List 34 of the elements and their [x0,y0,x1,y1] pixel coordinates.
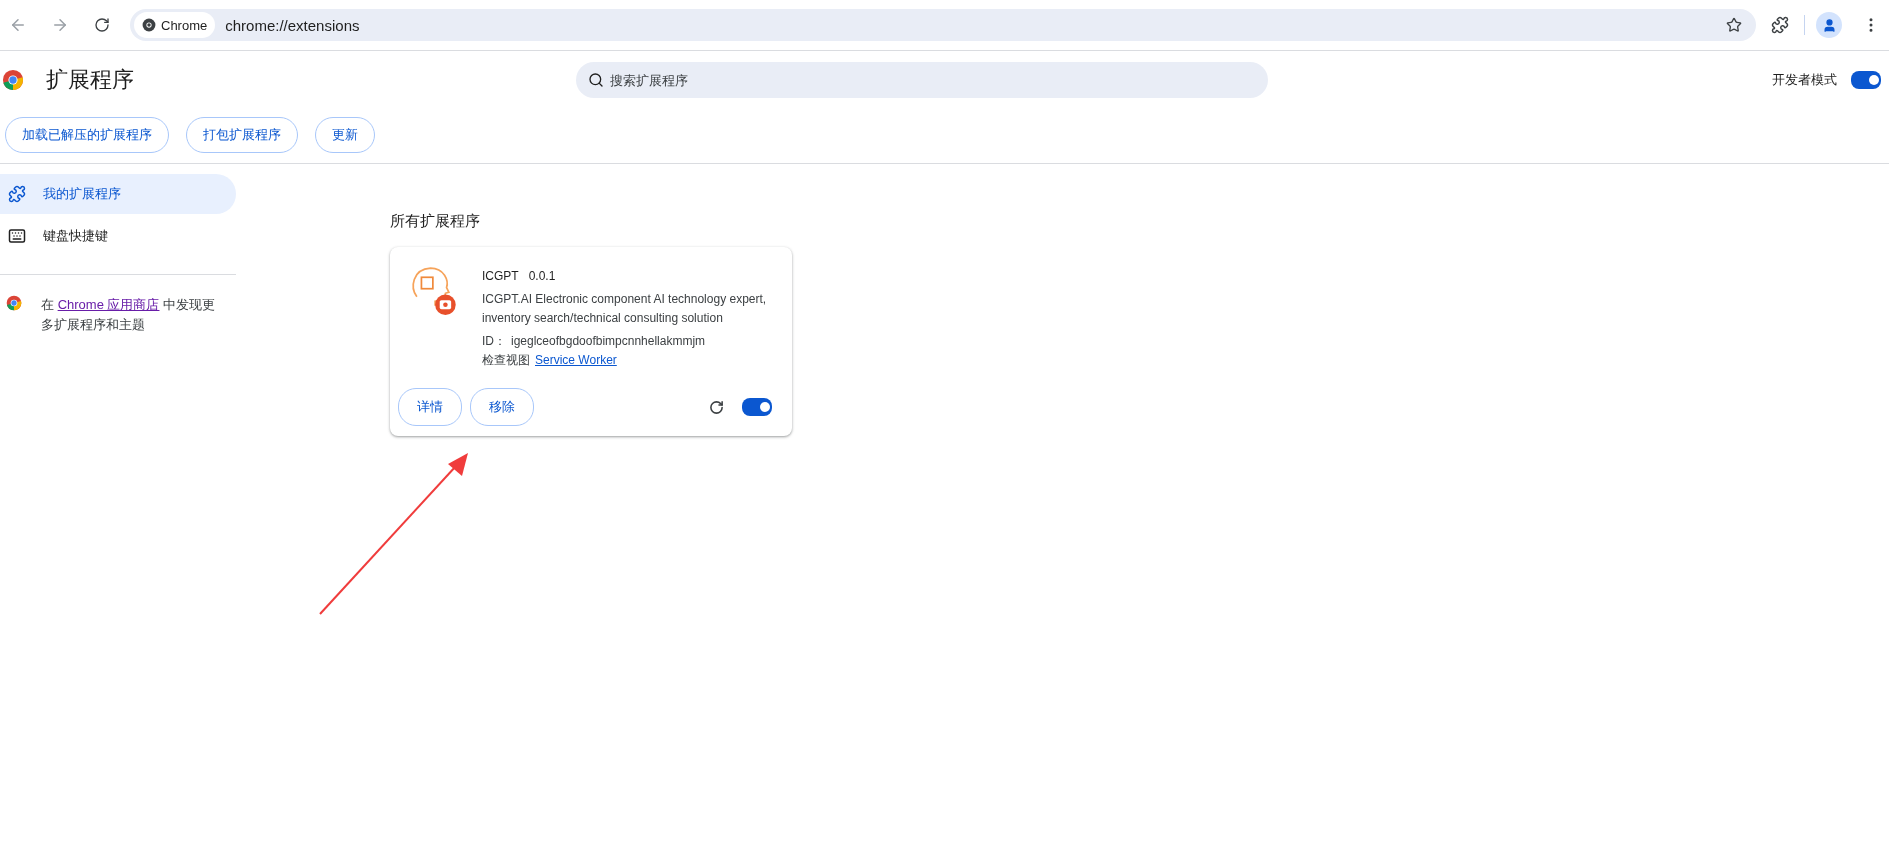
developer-mode-label: 开发者模式 [1772,71,1837,89]
web-store-link[interactable]: Chrome 应用商店 [57,297,160,312]
address-bar[interactable]: Chrome chrome://extensions [130,9,1756,41]
sidebar-item[interactable]: 键盘快捷键 [0,216,236,256]
toolbar-button[interactable]: 加载已解压的扩展程序 [5,117,169,153]
sidebar-item[interactable]: 我的扩展程序 [0,174,236,214]
extension-name: ICGPT [482,268,519,285]
extension-version: 0.0.1 [528,268,556,285]
site-chip-label: Chrome [161,17,208,33]
extension-id-label: ID： [482,333,506,350]
puzzle-icon [8,185,26,203]
sidebar-item-label: 键盘快捷键 [43,227,108,245]
web-store-text: 在 Chrome 应用商店 中发现更多扩展程序和主题 [41,296,216,334]
section-title: 所有扩展程序 [390,212,481,231]
toolbar-button[interactable]: 打包扩展程序 [186,117,298,153]
chrome-logo-icon [6,295,22,311]
page-title: 扩展程序 [46,66,135,94]
service-worker-link[interactable]: Service Worker [535,351,617,370]
inspect-views-label: 检查视图 [482,352,530,369]
card-button[interactable]: 移除 [470,388,534,426]
chrome-logo-icon [142,18,156,32]
extension-toggle[interactable] [742,398,772,416]
extension-logo-icon [410,267,458,315]
url-text: chrome://extensions [225,16,361,34]
card-button[interactable]: 详情 [398,388,462,426]
sidebar-item-label: 我的扩展程序 [43,185,121,203]
developer-mode-toggle[interactable] [1851,71,1881,89]
toolbar-button[interactable]: 更新 [315,117,375,153]
search-field[interactable]: 搜索扩展程序 [576,62,1268,98]
chrome-logo-icon [2,69,24,91]
keyboard-icon [8,227,26,245]
extension-id: igeglceofbgdoofbimpcnnhellakmmjm [511,333,706,350]
site-chip[interactable]: Chrome [134,12,216,38]
search-icon [588,72,604,88]
